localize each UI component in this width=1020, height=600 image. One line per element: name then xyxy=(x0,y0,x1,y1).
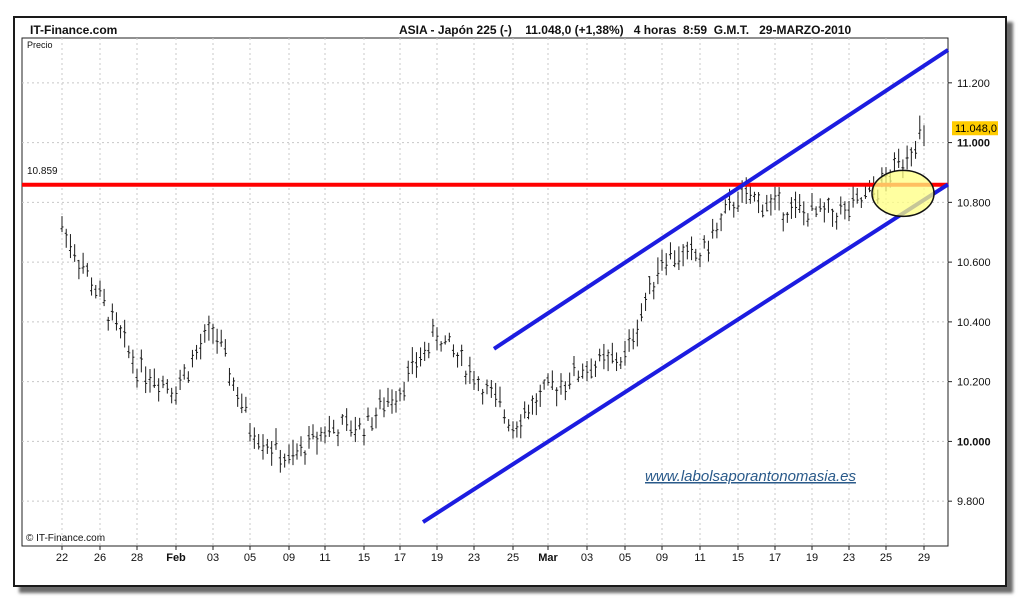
y-tick-label: 10.000 xyxy=(957,436,991,448)
x-tick-label: 15 xyxy=(732,552,744,564)
breakout-highlight xyxy=(871,169,935,218)
x-tick-label: 25 xyxy=(880,552,892,564)
x-tick-label: 15 xyxy=(358,552,370,564)
y-tick-label: 10.200 xyxy=(957,377,991,389)
x-tick-label: 28 xyxy=(131,552,143,564)
x-tick-label: 09 xyxy=(283,552,295,564)
x-tick-label: 29 xyxy=(918,552,930,564)
watermark-url: www.labolsaporantonomasia.es xyxy=(645,468,856,485)
x-tick-label: 11 xyxy=(694,552,705,564)
x-tick-label: 11 xyxy=(319,552,330,564)
x-tick-label: 26 xyxy=(94,552,106,564)
y-tick-label: 10.800 xyxy=(957,197,991,209)
x-tick-label: 03 xyxy=(207,552,219,564)
y-axis: 9.800 10.000 10.200 10.400 10.600 10.800 11.00… xyxy=(948,78,991,508)
x-tick-label: 17 xyxy=(769,552,781,564)
x-tick-label: 22 xyxy=(56,552,68,564)
x-tick-label: 23 xyxy=(468,552,480,564)
x-tick-label: 17 xyxy=(394,552,406,564)
last-price-label: 11.048,0 xyxy=(955,123,997,135)
x-axis: 22 26 28 Feb 03 05 09 11 15 17 19 23 25 Mar 03 05 09 11 15… xyxy=(56,546,930,564)
y-tick-label: 11.000 xyxy=(957,138,990,150)
price-chart: 10.859 9.800 10.000 10.200 10.400 10.600 10.8… xyxy=(21,37,998,564)
x-tick-label: 09 xyxy=(656,552,668,564)
y-tick-label: 9.800 xyxy=(957,496,985,508)
x-tick-label: Mar xyxy=(538,552,558,564)
x-tick-label: 19 xyxy=(806,552,818,564)
copyright-text: © IT-Finance.com xyxy=(26,533,105,544)
x-tick-label: 03 xyxy=(581,552,593,564)
y-tick-label: 10.400 xyxy=(957,317,991,329)
y-tick-label: 11.200 xyxy=(957,78,990,90)
y-axis-title: Precio xyxy=(27,40,53,50)
x-tick-label: 19 xyxy=(431,552,443,564)
x-tick-label: 05 xyxy=(244,552,256,564)
resistance-label: 10.859 xyxy=(27,166,58,177)
x-tick-label: 05 xyxy=(619,552,631,564)
y-tick-label: 10.600 xyxy=(957,257,991,269)
x-tick-label: 23 xyxy=(843,552,855,564)
x-tick-label: 25 xyxy=(507,552,519,564)
x-tick-label: Feb xyxy=(166,552,186,564)
